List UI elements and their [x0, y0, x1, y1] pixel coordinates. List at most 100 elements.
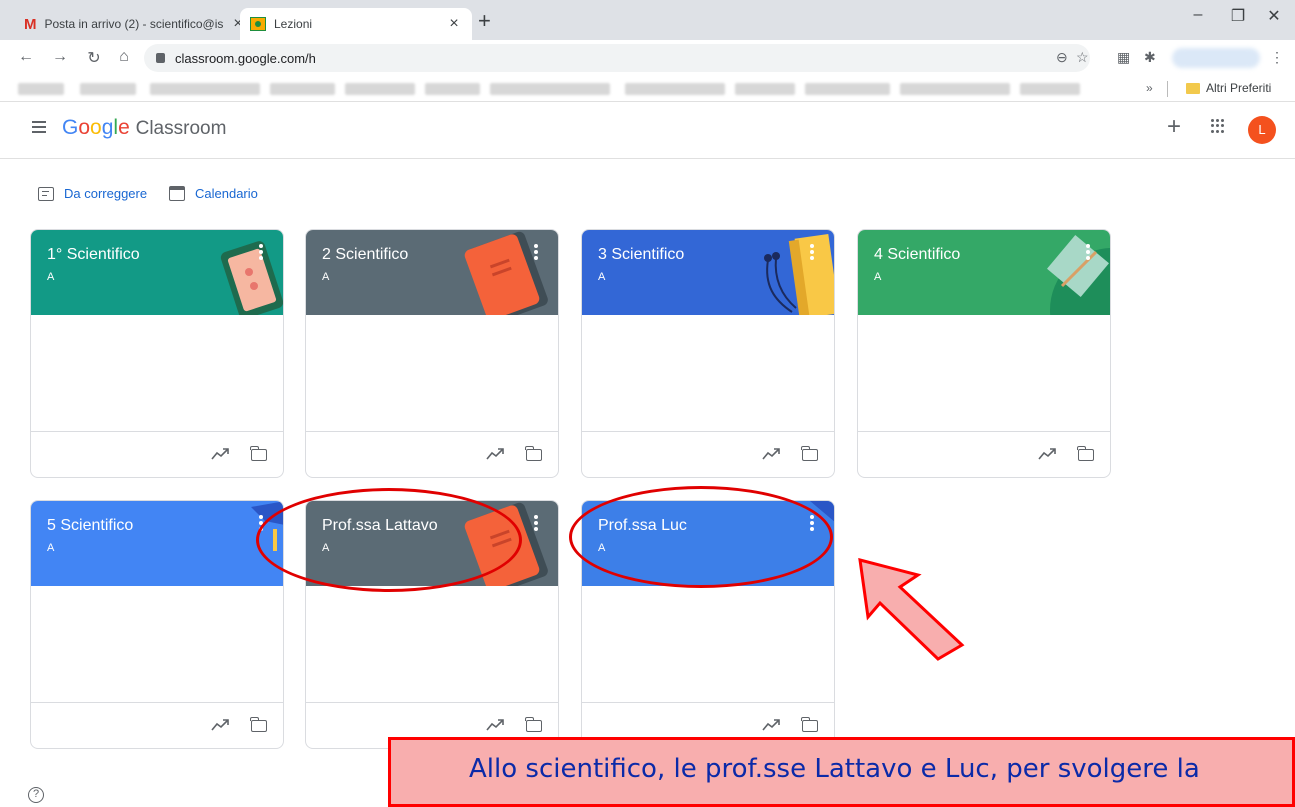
bookmarks-bar: » Altri Preferiti [0, 76, 1295, 102]
class-card-footer [31, 431, 283, 477]
bookmark-item[interactable] [18, 83, 64, 95]
more-options-icon[interactable] [534, 244, 538, 260]
tab-gmail[interactable]: M Posta in arrivo (2) - scientifico@is × [14, 8, 256, 40]
more-options-icon[interactable] [534, 515, 538, 531]
zoom-icon[interactable]: ⊖ [1056, 49, 1068, 66]
headphones-illustration [764, 234, 834, 315]
folder-icon[interactable] [801, 717, 818, 732]
bookmark-item[interactable] [345, 83, 415, 95]
bookmark-item[interactable] [735, 83, 795, 95]
class-section: A [322, 271, 330, 283]
class-title[interactable]: 5 Scientifico [47, 517, 133, 535]
trending-icon[interactable] [486, 718, 504, 732]
folder-icon[interactable] [250, 446, 267, 461]
caption-text: Allo scientifico, le prof.sse Lattavo e … [469, 754, 1200, 784]
class-title[interactable]: 3 Scientifico [598, 246, 684, 264]
bookmark-item[interactable] [625, 83, 725, 95]
tab-title: Posta in arrivo (2) - scientifico@is [44, 17, 224, 31]
extension-grid-icon[interactable]: ▦ [1117, 49, 1130, 66]
class-card[interactable]: 1° Scientifico A [30, 229, 284, 478]
avatar[interactable]: L [1248, 116, 1276, 144]
pointer-arrow [858, 557, 965, 661]
create-join-class-button[interactable]: + [1167, 113, 1181, 141]
class-card-footer [582, 431, 834, 477]
class-title[interactable]: 4 Scientifico [874, 246, 960, 264]
more-bookmarks-icon[interactable]: » [1146, 81, 1153, 95]
class-title[interactable]: 1° Scientifico [47, 246, 140, 264]
bookmark-item[interactable] [150, 83, 260, 95]
calendar-link[interactable]: Calendario [169, 186, 258, 201]
minimize-button[interactable]: – [1186, 6, 1210, 24]
help-icon[interactable]: ? [28, 787, 44, 803]
classroom-icon [250, 17, 266, 31]
browser-toolbar: ← → ↻ ⌂ classroom.google.com/h ⊖ ☆ ▦ ✱ ⋮ [0, 40, 1295, 76]
back-arrow-icon[interactable]: ← [16, 48, 36, 66]
class-card-header[interactable]: 3 Scientifico A [582, 230, 834, 315]
to-review-label: Da correggere [64, 186, 148, 201]
class-section: A [598, 271, 606, 283]
home-icon[interactable]: ⌂ [114, 48, 134, 66]
bookmark-item[interactable] [1020, 83, 1080, 95]
trending-icon[interactable] [762, 718, 780, 732]
class-section: A [874, 271, 882, 283]
extensions-puzzle-icon[interactable]: ✱ [1144, 49, 1156, 66]
folder-icon[interactable] [525, 446, 542, 461]
other-bookmarks[interactable]: Altri Preferiti [1206, 81, 1271, 95]
bookmark-item[interactable] [80, 83, 136, 95]
new-tab-button[interactable]: + [478, 8, 491, 34]
class-card[interactable]: 5 Scientifico A [30, 500, 284, 749]
forward-arrow-icon[interactable]: → [50, 48, 70, 66]
highlight-ring [256, 488, 522, 592]
folder-icon[interactable] [801, 446, 818, 461]
caption-box: Allo scientifico, le prof.sse Lattavo e … [388, 737, 1295, 807]
gmail-icon: M [24, 15, 37, 33]
close-tab-icon[interactable]: × [446, 15, 462, 33]
trending-icon[interactable] [1038, 447, 1056, 461]
app-header: Google Classroom + L [0, 103, 1295, 159]
folder-icon[interactable] [1077, 446, 1094, 461]
close-window-button[interactable]: ✕ [1262, 6, 1286, 26]
trending-icon[interactable] [762, 447, 780, 461]
bookmark-item[interactable] [805, 83, 890, 95]
maximize-button[interactable]: ❐ [1226, 6, 1250, 26]
profile-chip[interactable] [1172, 48, 1260, 68]
class-card-header[interactable]: 5 Scientifico A [31, 501, 283, 586]
bookmark-item[interactable] [490, 83, 610, 95]
more-options-icon[interactable] [1086, 244, 1090, 260]
bookmark-item[interactable] [425, 83, 480, 95]
browser-menu-icon[interactable]: ⋮ [1270, 49, 1284, 66]
class-card-footer [306, 431, 558, 477]
address-bar[interactable]: classroom.google.com/h [144, 44, 1090, 72]
trending-icon[interactable] [211, 447, 229, 461]
folder-icon [1186, 83, 1200, 94]
app-logo[interactable]: Google Classroom [62, 116, 226, 140]
class-card-footer [858, 431, 1110, 477]
more-options-icon[interactable] [810, 244, 814, 260]
class-card-header[interactable]: 4 Scientifico A [858, 230, 1110, 315]
trending-icon[interactable] [211, 718, 229, 732]
more-options-icon[interactable] [259, 244, 263, 260]
class-card[interactable]: 4 Scientifico A [857, 229, 1111, 478]
to-review-link[interactable]: Da correggere [38, 186, 147, 201]
google-apps-icon[interactable] [1211, 119, 1225, 133]
class-card[interactable]: 3 Scientifico A [581, 229, 835, 478]
book-illustration [464, 231, 548, 315]
folder-icon[interactable] [525, 717, 542, 732]
notebook-illustration [1047, 235, 1110, 315]
lock-icon [156, 53, 165, 63]
tab-title: Lezioni [274, 17, 313, 31]
bookmark-item[interactable] [900, 83, 1010, 95]
class-card-header[interactable]: 1° Scientifico A [31, 230, 283, 315]
class-title[interactable]: 2 Scientifico [322, 246, 408, 264]
bookmark-item[interactable] [270, 83, 335, 95]
trending-icon[interactable] [486, 447, 504, 461]
class-card[interactable]: 2 Scientifico A [305, 229, 559, 478]
bookmark-star-icon[interactable]: ☆ [1076, 49, 1089, 66]
menu-icon[interactable] [32, 121, 46, 133]
url-text: classroom.google.com/h [175, 50, 316, 66]
folder-icon[interactable] [250, 717, 267, 732]
bookmarks-divider [1167, 81, 1168, 97]
reload-icon[interactable]: ↻ [84, 48, 104, 68]
tab-lezioni[interactable]: Lezioni × [240, 8, 472, 40]
class-card-header[interactable]: 2 Scientifico A [306, 230, 558, 315]
